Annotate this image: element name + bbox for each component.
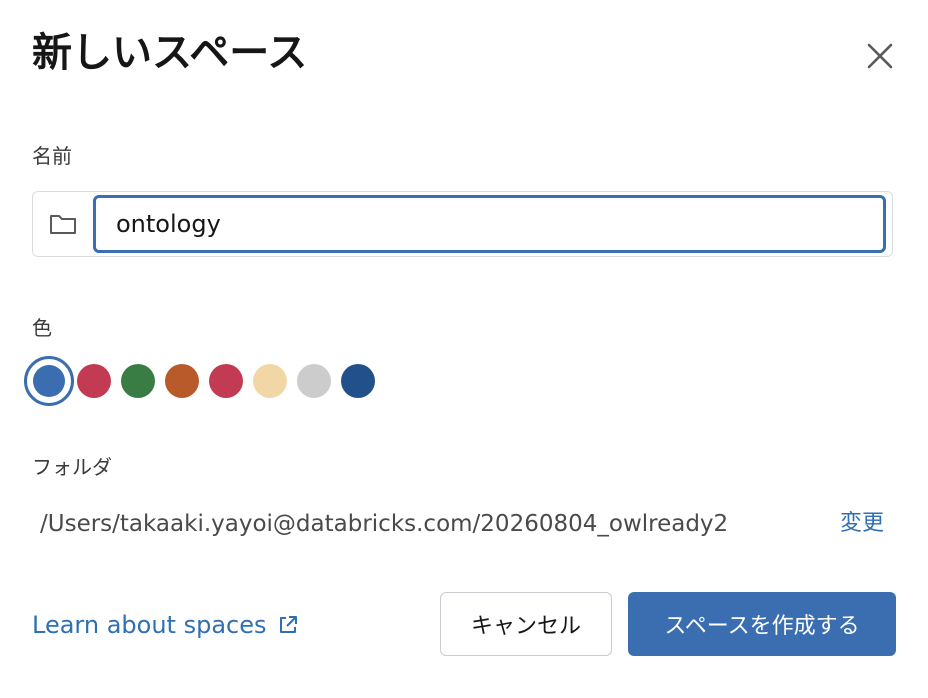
external-link-icon <box>279 616 297 633</box>
close-icon <box>867 43 893 69</box>
folder-label: フォルダ <box>32 455 112 479</box>
color-swatch-orange[interactable] <box>165 364 199 398</box>
color-swatch-navy[interactable] <box>341 364 375 398</box>
color-swatch-gray[interactable] <box>297 364 331 398</box>
name-field-group <box>32 191 893 257</box>
name-input[interactable] <box>93 195 886 253</box>
folder-path: /Users/takaaki.yayoi@databricks.com/2026… <box>40 511 729 537</box>
color-swatch-blue-selected[interactable] <box>24 356 74 406</box>
color-swatch-red[interactable] <box>77 364 111 398</box>
cancel-button[interactable]: キャンセル <box>440 592 612 656</box>
learn-about-spaces-link[interactable]: Learn about spaces <box>32 608 299 642</box>
create-space-button[interactable]: スペースを作成する <box>628 592 896 656</box>
name-label: 名前 <box>32 144 72 168</box>
learn-link-label: Learn about spaces <box>32 611 267 639</box>
close-button[interactable] <box>858 34 902 78</box>
color-swatch-crimson[interactable] <box>209 364 243 398</box>
color-swatch-green[interactable] <box>121 364 155 398</box>
color-swatch-beige[interactable] <box>253 364 287 398</box>
color-label: 色 <box>32 316 52 340</box>
color-swatch-fill <box>33 365 65 397</box>
dialog-title: 新しいスペース <box>32 30 308 76</box>
change-folder-link[interactable]: 変更 <box>840 508 884 540</box>
folder-icon <box>50 215 76 234</box>
